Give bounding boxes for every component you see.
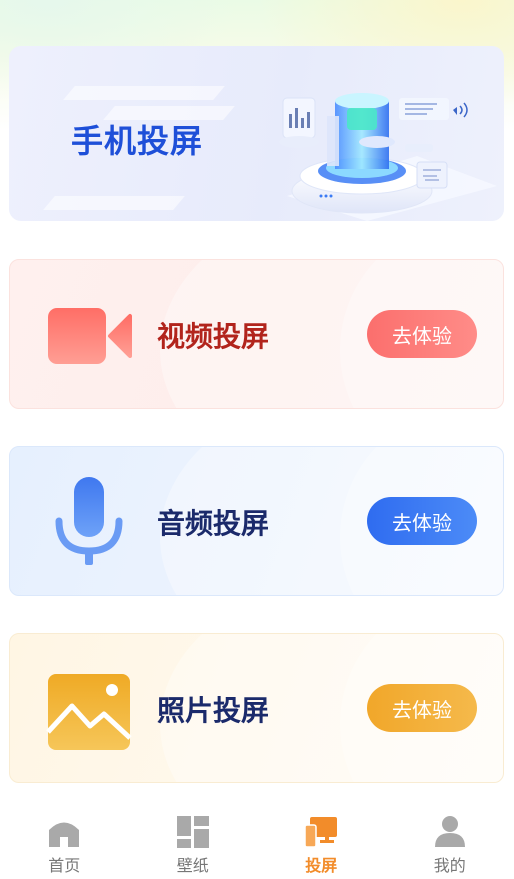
card-label: 照片投屏 [157, 694, 270, 727]
profile-icon [434, 816, 465, 847]
photo-cast-card[interactable]: 照片投屏 去体验 [9, 633, 504, 783]
tab-wallpaper[interactable]: 壁纸 [129, 805, 258, 879]
cast-device-illustration [279, 93, 497, 221]
screen-cast-icon [304, 817, 338, 848]
image-icon [46, 674, 132, 750]
bottom-tab-bar: 首页 壁纸 投屏 我的 [0, 805, 514, 879]
video-cast-card[interactable]: 视频投屏 去体验 [9, 259, 504, 409]
tab-label: 壁纸 [176, 856, 209, 875]
microphone-icon [55, 477, 123, 565]
audio-cast-card[interactable]: 音频投屏 去体验 [9, 446, 504, 596]
card-label: 视频投屏 [157, 320, 270, 353]
card-label: 音频投屏 [157, 507, 270, 540]
banner-decor-stripe [63, 86, 225, 100]
cast-banner[interactable]: 手机投屏 [9, 46, 504, 221]
try-photo-cast-button[interactable]: 去体验 [367, 684, 477, 732]
video-camera-icon [48, 308, 132, 364]
banner-decor-stripe [43, 196, 185, 210]
try-video-cast-button[interactable]: 去体验 [367, 310, 477, 358]
home-icon [49, 822, 80, 847]
tab-label: 我的 [433, 856, 466, 875]
tab-label: 投屏 [305, 856, 338, 875]
wallpaper-grid-icon [176, 816, 209, 848]
try-audio-cast-button[interactable]: 去体验 [367, 497, 477, 545]
tab-label: 首页 [48, 856, 81, 875]
tab-cast[interactable]: 投屏 [257, 805, 386, 879]
tab-profile[interactable]: 我的 [386, 805, 514, 879]
tab-home[interactable]: 首页 [0, 805, 129, 879]
banner-title: 手机投屏 [71, 122, 204, 160]
